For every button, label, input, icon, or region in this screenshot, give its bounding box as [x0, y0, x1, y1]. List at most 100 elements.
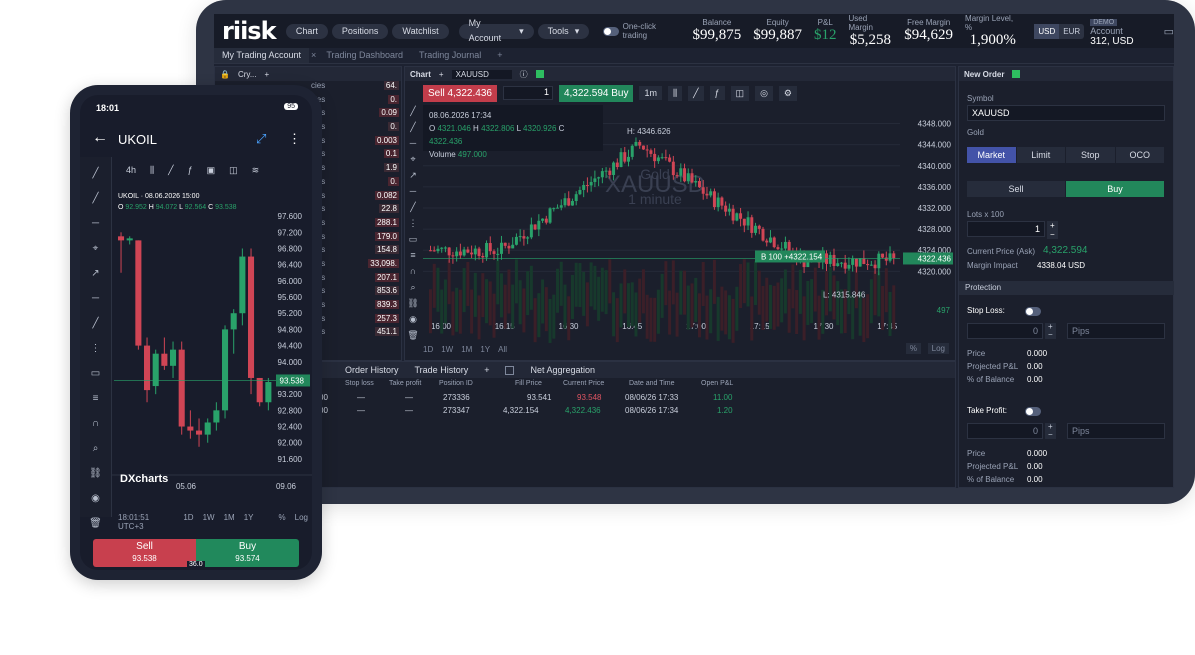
stop-loss-input[interactable]: 0	[967, 323, 1043, 339]
account-value: 312, USD	[1090, 35, 1134, 47]
tab-my-trading-account[interactable]: My Trading Account	[214, 48, 310, 63]
buy-price: 93.574	[235, 554, 260, 563]
range-1w[interactable]: 1W	[441, 345, 453, 354]
row-open-pnl: 11.00	[713, 393, 733, 402]
account-selector[interactable]: DEMO Account 312, USD	[1090, 16, 1149, 47]
my-account-dropdown[interactable]: My Account ▾	[458, 18, 534, 43]
list-item-price: 207.1	[374, 272, 399, 282]
menu-chart-button[interactable]: Chart	[285, 23, 328, 39]
watchlist-category[interactable]: Cry...	[238, 70, 257, 79]
y-tick-label: 93.200	[278, 390, 303, 399]
symbol-name: Gold	[967, 128, 984, 137]
volume-bar	[768, 284, 772, 329]
range-all[interactable]: All	[498, 345, 507, 354]
currency-switch[interactable]: USD EUR	[1034, 23, 1085, 39]
candle-body	[455, 251, 459, 257]
currency-eur[interactable]: EUR	[1059, 24, 1084, 39]
volume-bar	[492, 293, 496, 338]
candle-body	[776, 247, 780, 250]
candle-body	[597, 177, 601, 179]
log-toggle[interactable]: Log	[295, 513, 308, 531]
y-tick-label: 94.400	[278, 342, 303, 351]
one-click-toggle[interactable]: One-click trading	[603, 22, 680, 40]
table-row[interactable]: 00 — — 273336 93.541 93.548 08/06/26 17:…	[315, 393, 955, 406]
order-type-market[interactable]: Market	[967, 147, 1017, 163]
symbol-field[interactable]: XAUUSD	[967, 105, 1165, 121]
range-1y[interactable]: 1Y	[244, 513, 254, 531]
add-tab-icon[interactable]: +	[489, 48, 510, 63]
y-tick-label: 4328.000	[918, 225, 952, 234]
candle-body	[144, 345, 151, 391]
take-profit-input[interactable]: 0	[967, 423, 1043, 439]
candle-body	[213, 410, 220, 423]
candle-body	[679, 168, 683, 176]
net-aggregation-checkbox[interactable]	[505, 365, 515, 375]
close-icon[interactable]: ×	[309, 48, 318, 63]
currency-usd[interactable]: USD	[1034, 23, 1060, 39]
candle-body	[126, 238, 133, 241]
chevron-down-icon: ▾	[519, 25, 524, 36]
stop-loss-toggle[interactable]	[1025, 307, 1041, 316]
demo-badge: DEMO	[1090, 18, 1118, 26]
candle-body	[757, 225, 761, 229]
phone-buy-button[interactable]: Buy 93.574	[196, 539, 299, 567]
stop-loss-unit-select[interactable]: Pips	[1067, 323, 1165, 339]
candle-body	[541, 218, 545, 221]
add-icon[interactable]: +	[484, 365, 489, 375]
order-type-limit[interactable]: Limit	[1016, 147, 1066, 163]
percent-toggle[interactable]: %	[905, 343, 921, 354]
stop-loss-stepper[interactable]: + −	[1045, 323, 1056, 339]
volume-bar	[447, 260, 451, 305]
watchlist-header: 🔒 Cry... +	[215, 67, 401, 81]
phone-sell-button[interactable]: Sell 93.538	[93, 539, 196, 567]
range-1w[interactable]: 1W	[203, 513, 215, 531]
volume-bar	[466, 261, 470, 306]
new-order-panel: New Order Symbol XAUUSD Gold Market Limit…	[958, 66, 1174, 488]
tools-dropdown[interactable]: Tools ▾	[537, 23, 590, 39]
take-profit-unit-select[interactable]: Pips	[1067, 423, 1165, 439]
row-take-profit: —	[405, 406, 413, 415]
percent-toggle[interactable]: %	[279, 513, 286, 531]
tab-trade-history[interactable]: Trade History	[415, 365, 469, 375]
menu-watchlist-button[interactable]: Watchlist	[392, 23, 449, 39]
spread-badge: 36.0	[187, 561, 205, 568]
table-row[interactable]: 00 — — 273347 4,322.154 4,322.436 08/06/…	[315, 406, 955, 419]
menu-positions-button[interactable]: Positions	[331, 23, 389, 39]
toggle-switch[interactable]	[603, 26, 619, 36]
order-type-stop[interactable]: Stop	[1066, 147, 1116, 163]
range-1y[interactable]: 1Y	[480, 345, 490, 354]
side-sell-button[interactable]: Sell	[967, 181, 1066, 197]
lots-input[interactable]: 1	[967, 221, 1045, 237]
volume-bar	[570, 274, 574, 319]
volume-bar	[458, 289, 462, 334]
order-type-oco[interactable]: OCO	[1115, 147, 1165, 163]
log-toggle[interactable]: Log	[927, 343, 949, 354]
volume-bar	[604, 270, 608, 315]
volume-bar	[795, 290, 799, 335]
volume-bar	[481, 273, 485, 318]
phone-chart-canvas[interactable]: 97.600 97.200 96.800 96.400 96.000 95.600 95.2…	[80, 95, 312, 570]
y-tick-label: 4348.000	[918, 120, 952, 129]
lots-stepper[interactable]: + −	[1047, 221, 1058, 239]
volume-bar	[697, 293, 701, 338]
tab-trading-journal[interactable]: Trading Journal	[411, 48, 489, 63]
desktop-screen: riisk Chart Positions Watchlist My Accou…	[214, 14, 1174, 488]
candle-body	[686, 173, 690, 182]
lots-label: Lots x 100	[967, 210, 1004, 219]
range-1m[interactable]: 1M	[461, 345, 472, 354]
chart-watermark: Gold	[640, 166, 670, 182]
side-buy-button[interactable]: Buy	[1066, 181, 1165, 197]
candle-body	[514, 236, 518, 245]
range-1d[interactable]: 1D	[183, 513, 193, 531]
candle-body	[559, 205, 563, 208]
tab-trading-dashboard[interactable]: Trading Dashboard	[318, 48, 411, 63]
tab-order-history[interactable]: Order History	[345, 365, 399, 375]
take-profit-stepper[interactable]: + −	[1045, 423, 1056, 439]
last-price-label: 4322.436	[918, 254, 952, 263]
layout-icon[interactable]: ▭	[1164, 25, 1174, 38]
add-icon[interactable]: +	[264, 70, 269, 79]
list-item-price: 64.	[383, 81, 399, 90]
take-profit-toggle[interactable]	[1025, 407, 1041, 416]
range-1d[interactable]: 1D	[423, 345, 433, 354]
range-1m[interactable]: 1M	[224, 513, 235, 531]
